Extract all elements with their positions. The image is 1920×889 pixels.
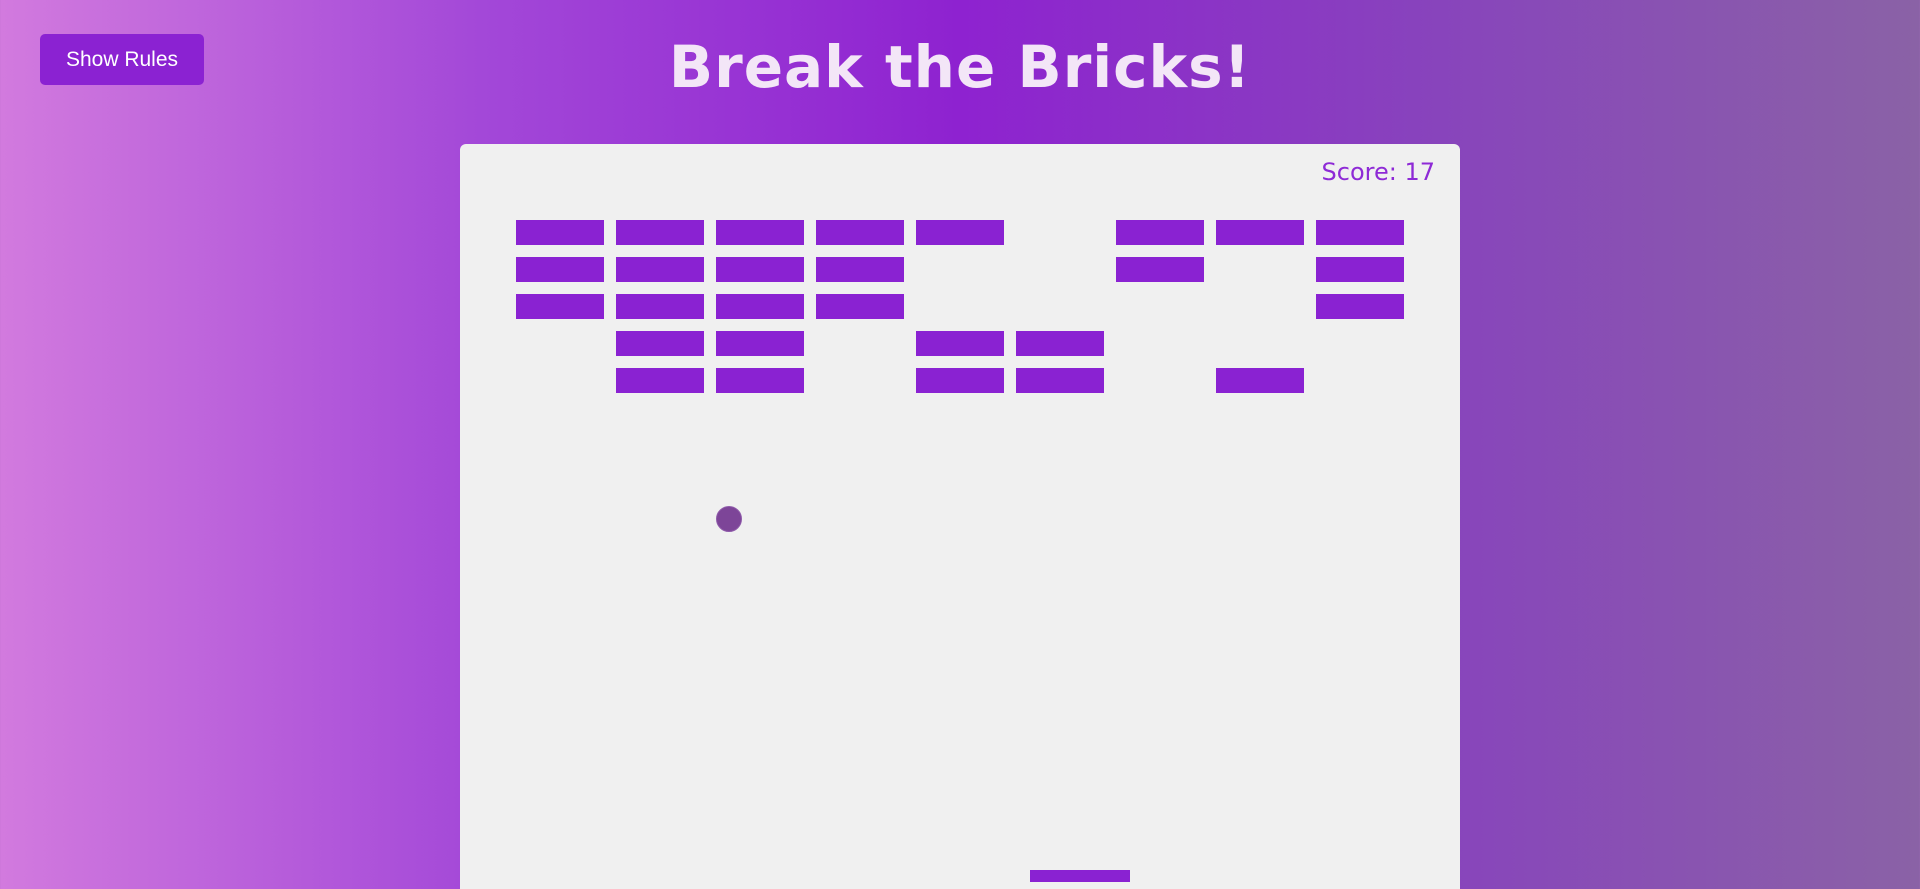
brick (1216, 368, 1304, 393)
brick (616, 368, 704, 393)
brick (616, 257, 704, 282)
brick (1316, 220, 1404, 245)
brick (816, 294, 904, 319)
brick (616, 220, 704, 245)
brick (716, 368, 804, 393)
brick (916, 331, 1004, 356)
brick (716, 257, 804, 282)
brick (1016, 368, 1104, 393)
brick (1016, 331, 1104, 356)
brick (516, 220, 604, 245)
brick (616, 294, 704, 319)
paddle[interactable] (1030, 870, 1130, 882)
brick (716, 331, 804, 356)
page-title: Break the Bricks! (668, 33, 1252, 101)
brick (516, 294, 604, 319)
brick (816, 220, 904, 245)
brick (1116, 220, 1204, 245)
brick (516, 257, 604, 282)
brick (716, 294, 804, 319)
score-display: Score: 17 (1321, 158, 1435, 186)
brick (1216, 220, 1304, 245)
brick (1316, 257, 1404, 282)
brick (616, 331, 704, 356)
brick (1316, 294, 1404, 319)
game-canvas[interactable]: Score: 17 (460, 144, 1460, 889)
brick (716, 220, 804, 245)
brick (1116, 257, 1204, 282)
brick (916, 220, 1004, 245)
brick (916, 368, 1004, 393)
ball (716, 506, 742, 532)
brick (816, 257, 904, 282)
